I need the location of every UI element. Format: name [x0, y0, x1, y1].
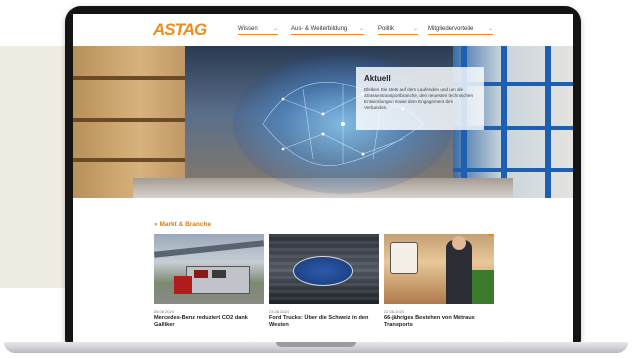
news-card[interactable]: 23.08.2024 Ford Trucks: Über die Schweiz…: [269, 234, 379, 329]
warehouse-shelf-left: [73, 46, 185, 198]
chevron-down-icon: ⌄: [272, 26, 278, 32]
news-card-image-event: [384, 234, 494, 304]
news-card[interactable]: 22.08.2024 66-jähriges Bestehen von Métr…: [384, 234, 494, 329]
hero-banner: Aktuell Bleiben Sie stets auf dem Laufen…: [73, 46, 573, 198]
ford-logo: [293, 256, 353, 286]
section-title: » Markt & Branche: [154, 221, 211, 228]
news-card[interactable]: 06.08.2024 Mercedes-Benz reduziert CO2 d…: [154, 234, 264, 329]
site-logo[interactable]: ASTAG: [153, 20, 207, 40]
chevron-down-icon: ⌄: [358, 26, 364, 32]
site-header: ASTAG Wissen ⌄ Aus- & Weiterbildung ⌄ Po…: [73, 14, 573, 46]
news-card-title: Mercedes-Benz reduziert CO2 dank Gallike…: [154, 315, 248, 328]
nav-item-label: Mitgliedervorteile: [428, 26, 474, 32]
website-screen: ASTAG Wissen ⌄ Aus- & Weiterbildung ⌄ Po…: [73, 14, 573, 342]
news-card-date: 23.08.2024: [269, 309, 290, 314]
nav-item-label: Aus- & Weiterbildung: [291, 26, 348, 32]
aktuell-box: Aktuell Bleiben Sie stets auf dem Laufen…: [356, 67, 484, 130]
section-marker-icon: »: [154, 221, 158, 228]
nav-item-label: Wissen: [238, 26, 258, 32]
section-title-text: Markt & Branche: [159, 221, 212, 228]
news-card-title: 66-jähriges Bestehen von Métraux Transpo…: [384, 315, 475, 328]
news-card-date: 06.08.2024: [154, 309, 175, 314]
aktuell-text: Bleiben Sie stets auf dem Laufenden und …: [364, 87, 474, 110]
news-card-date: 22.08.2024: [384, 309, 405, 314]
nav-item-label: Politik: [378, 26, 395, 32]
news-card-image-ford: [269, 234, 379, 304]
nav-item-aus-weiterbildung[interactable]: Aus- & Weiterbildung ⌄: [291, 26, 364, 35]
aktuell-title: Aktuell: [364, 74, 391, 83]
news-card-image-truck: [154, 234, 264, 304]
chevron-down-icon: ⌄: [412, 26, 418, 32]
nav-item-wissen[interactable]: Wissen ⌄: [238, 26, 278, 35]
chevron-down-icon: ⌄: [487, 26, 493, 32]
news-card-title: Ford Trucks: Über die Schweiz in den Wes…: [269, 315, 369, 328]
laptop-notch: [276, 342, 356, 347]
nav-item-politik[interactable]: Politik ⌄: [378, 26, 418, 35]
status-badge: [488, 234, 494, 236]
nav-item-mitgliedervorteile[interactable]: Mitgliedervorteile ⌄: [428, 26, 493, 35]
